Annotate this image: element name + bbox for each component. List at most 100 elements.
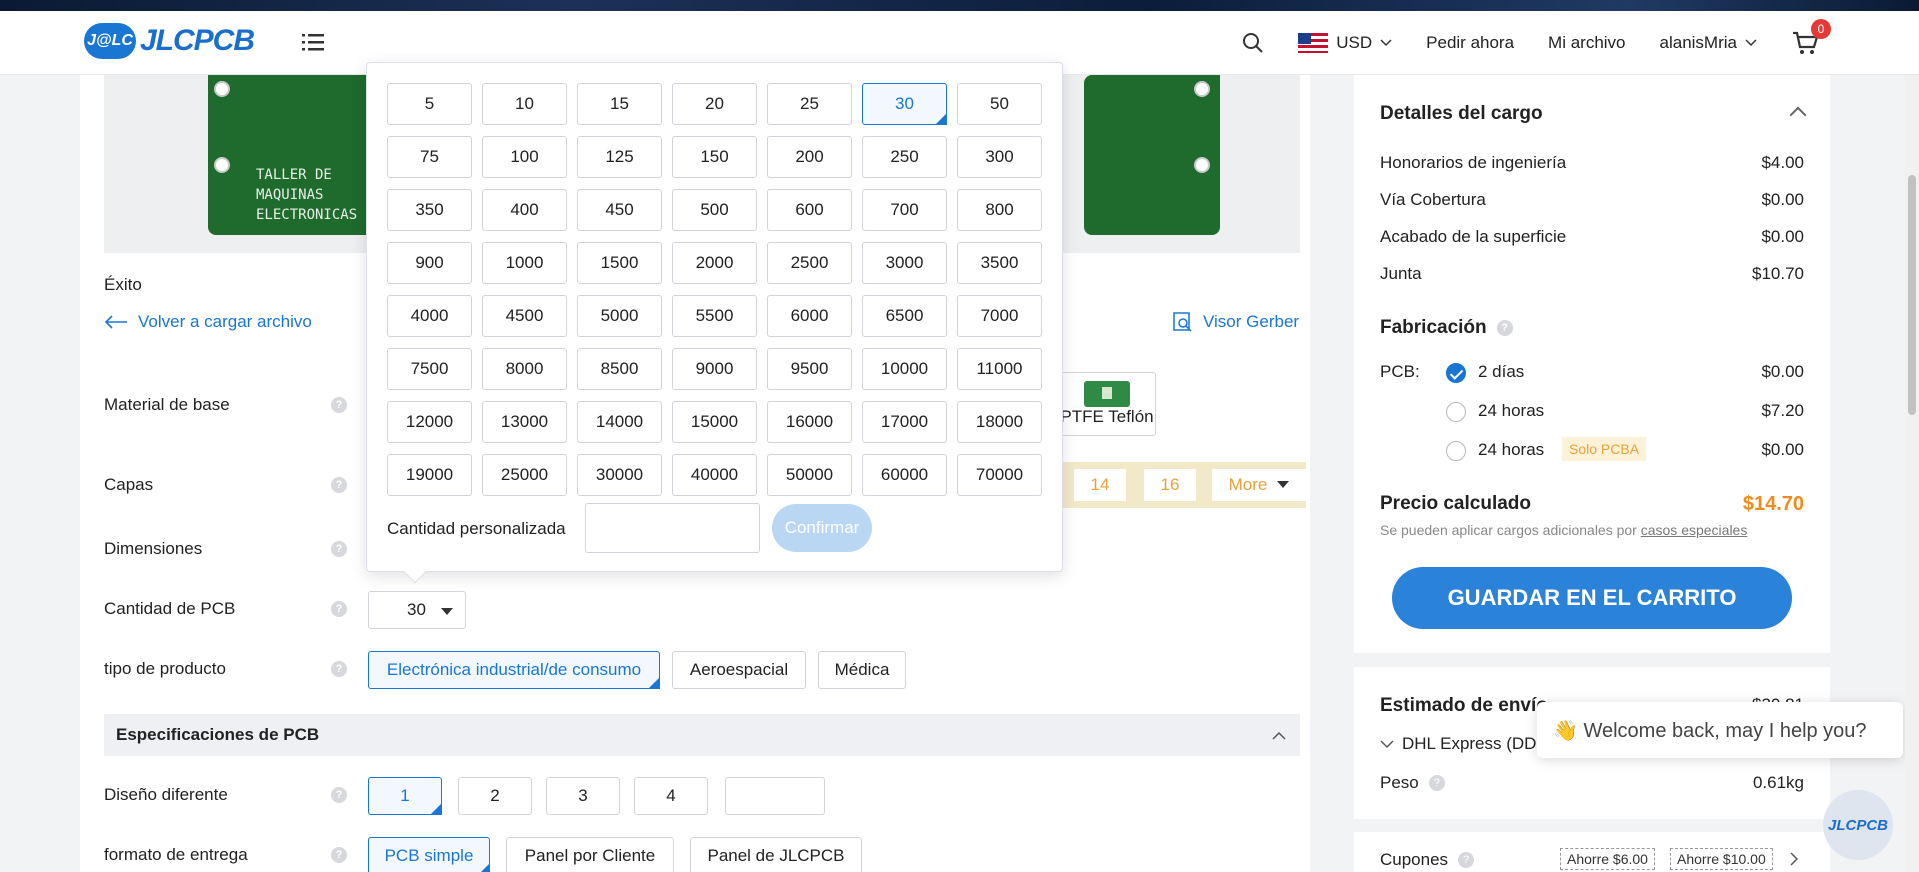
qty-option-450[interactable]: 450 (577, 189, 662, 231)
qty-option-125[interactable]: 125 (577, 136, 662, 178)
layer-option-14[interactable]: 14 (1074, 469, 1126, 501)
help-icon[interactable]: ? (1428, 775, 1445, 791)
qty-option-75[interactable]: 75 (387, 136, 472, 178)
qty-option-1500[interactable]: 1500 (577, 242, 662, 284)
coupon-badge[interactable]: Ahorre $10.00 (1670, 848, 1773, 870)
help-icon[interactable]: ? (1458, 852, 1475, 868)
qty-option-400[interactable]: 400 (482, 189, 567, 231)
qty-option-800[interactable]: 800 (957, 189, 1042, 231)
save-to-cart-button[interactable]: GUARDAR EN EL CARRITO (1392, 567, 1792, 629)
qty-option-700[interactable]: 700 (862, 189, 947, 231)
qty-option-5000[interactable]: 5000 (577, 295, 662, 337)
coupon-badge[interactable]: Ahorre $6.00 (1560, 848, 1655, 870)
qty-option-500[interactable]: 500 (672, 189, 757, 231)
qty-option-5[interactable]: 5 (387, 83, 472, 125)
qty-option-25[interactable]: 25 (767, 83, 852, 125)
qty-option-2000[interactable]: 2000 (672, 242, 757, 284)
qty-option-300[interactable]: 300 (957, 136, 1042, 178)
qty-option-8500[interactable]: 8500 (577, 348, 662, 390)
gerber-viewer-link[interactable]: Visor Gerber (1173, 312, 1299, 332)
qty-option-4500[interactable]: 4500 (482, 295, 567, 337)
different-design-option-4[interactable]: 4 (634, 777, 708, 815)
qty-option-9000[interactable]: 9000 (672, 348, 757, 390)
qty-option-14000[interactable]: 14000 (577, 401, 662, 443)
qty-option-4000[interactable]: 4000 (387, 295, 472, 337)
qty-option-50[interactable]: 50 (957, 83, 1042, 125)
qty-option-15000[interactable]: 15000 (672, 401, 757, 443)
delivery-format-customer-panel[interactable]: Panel por Cliente (506, 837, 674, 872)
qty-option-1000[interactable]: 1000 (482, 242, 567, 284)
qty-option-25000[interactable]: 25000 (482, 454, 567, 496)
product-type-industrial[interactable]: Electrónica industrial/de consumo (368, 651, 660, 689)
product-type-medical[interactable]: Médica (818, 651, 906, 689)
qty-option-900[interactable]: 900 (387, 242, 472, 284)
material-ptfe-teflon[interactable]: PTFE Teflón (1058, 372, 1156, 436)
page-scrollbar[interactable] (1905, 75, 1919, 872)
help-icon[interactable]: ? (331, 787, 347, 803)
pcb-qty-select[interactable]: 30 (368, 591, 466, 629)
different-design-option-2[interactable]: 2 (458, 777, 532, 815)
scrollbar-thumb[interactable] (1908, 175, 1916, 415)
menu-icon[interactable] (302, 33, 324, 51)
nav-order-now[interactable]: Pedir ahora (1426, 33, 1514, 53)
different-design-option-1[interactable]: 1 (368, 777, 442, 815)
qty-option-3500[interactable]: 3500 (957, 242, 1042, 284)
chat-welcome-bubble[interactable]: 👋 Welcome back, may I help you? (1537, 702, 1903, 758)
chevron-right-icon[interactable] (1790, 852, 1798, 866)
reload-file-link[interactable]: Volver a cargar archivo (104, 312, 312, 332)
qty-option-3000[interactable]: 3000 (862, 242, 947, 284)
qty-option-8000[interactable]: 8000 (482, 348, 567, 390)
build-option-radio[interactable] (1446, 441, 1466, 461)
qty-option-10[interactable]: 10 (482, 83, 567, 125)
qty-option-60000[interactable]: 60000 (862, 454, 947, 496)
qty-option-11000[interactable]: 11000 (957, 348, 1042, 390)
qty-option-6500[interactable]: 6500 (862, 295, 947, 337)
confirm-button[interactable]: Confirmar (772, 504, 872, 552)
product-type-aerospace[interactable]: Aeroespacial (672, 651, 806, 689)
qty-option-10000[interactable]: 10000 (862, 348, 947, 390)
special-cases-link[interactable]: casos especiales (1641, 522, 1748, 538)
qty-option-200[interactable]: 200 (767, 136, 852, 178)
qty-option-18000[interactable]: 18000 (957, 401, 1042, 443)
qty-option-150[interactable]: 150 (672, 136, 757, 178)
qty-option-2500[interactable]: 2500 (767, 242, 852, 284)
layer-more-button[interactable]: More (1212, 469, 1306, 501)
currency-selector[interactable]: USD (1298, 33, 1392, 53)
qty-option-70000[interactable]: 70000 (957, 454, 1042, 496)
qty-option-5500[interactable]: 5500 (672, 295, 757, 337)
qty-option-9500[interactable]: 9500 (767, 348, 852, 390)
nav-my-files[interactable]: Mi archivo (1548, 33, 1625, 53)
qty-option-100[interactable]: 100 (482, 136, 567, 178)
user-menu[interactable]: alanisMria (1660, 33, 1757, 53)
help-icon[interactable]: ? (331, 397, 347, 413)
qty-option-250[interactable]: 250 (862, 136, 947, 178)
qty-option-30000[interactable]: 30000 (577, 454, 662, 496)
help-icon[interactable]: ? (331, 601, 347, 617)
qty-option-6000[interactable]: 6000 (767, 295, 852, 337)
qty-option-12000[interactable]: 12000 (387, 401, 472, 443)
help-icon[interactable]: ? (331, 661, 347, 677)
qty-option-13000[interactable]: 13000 (482, 401, 567, 443)
shipping-method-selector[interactable]: DHL Express (DDP) (1380, 734, 1553, 754)
help-icon[interactable]: ? (1496, 320, 1513, 336)
build-option-radio[interactable] (1446, 402, 1466, 422)
help-icon[interactable]: ? (331, 477, 347, 493)
chat-avatar-button[interactable]: JLCPCB (1823, 790, 1893, 860)
qty-option-350[interactable]: 350 (387, 189, 472, 231)
qty-option-20[interactable]: 20 (672, 83, 757, 125)
qty-option-7000[interactable]: 7000 (957, 295, 1042, 337)
qty-option-600[interactable]: 600 (767, 189, 852, 231)
different-design-custom-input[interactable] (725, 777, 825, 815)
site-logo[interactable]: J@LC JLCPCB (84, 21, 255, 61)
help-icon[interactable]: ? (331, 541, 347, 557)
pcb-specs-section-header[interactable]: Especificaciones de PCB (104, 714, 1300, 756)
custom-qty-input[interactable] (585, 503, 760, 553)
delivery-format-single[interactable]: PCB simple (368, 837, 490, 872)
qty-option-50000[interactable]: 50000 (767, 454, 852, 496)
cart-button[interactable]: 0 (1791, 19, 1831, 57)
qty-option-40000[interactable]: 40000 (672, 454, 757, 496)
build-option-radio[interactable] (1446, 363, 1466, 383)
different-design-option-3[interactable]: 3 (546, 777, 620, 815)
help-icon[interactable]: ? (331, 847, 347, 863)
delivery-format-jlcpcb-panel[interactable]: Panel de JLCPCB (690, 837, 862, 872)
